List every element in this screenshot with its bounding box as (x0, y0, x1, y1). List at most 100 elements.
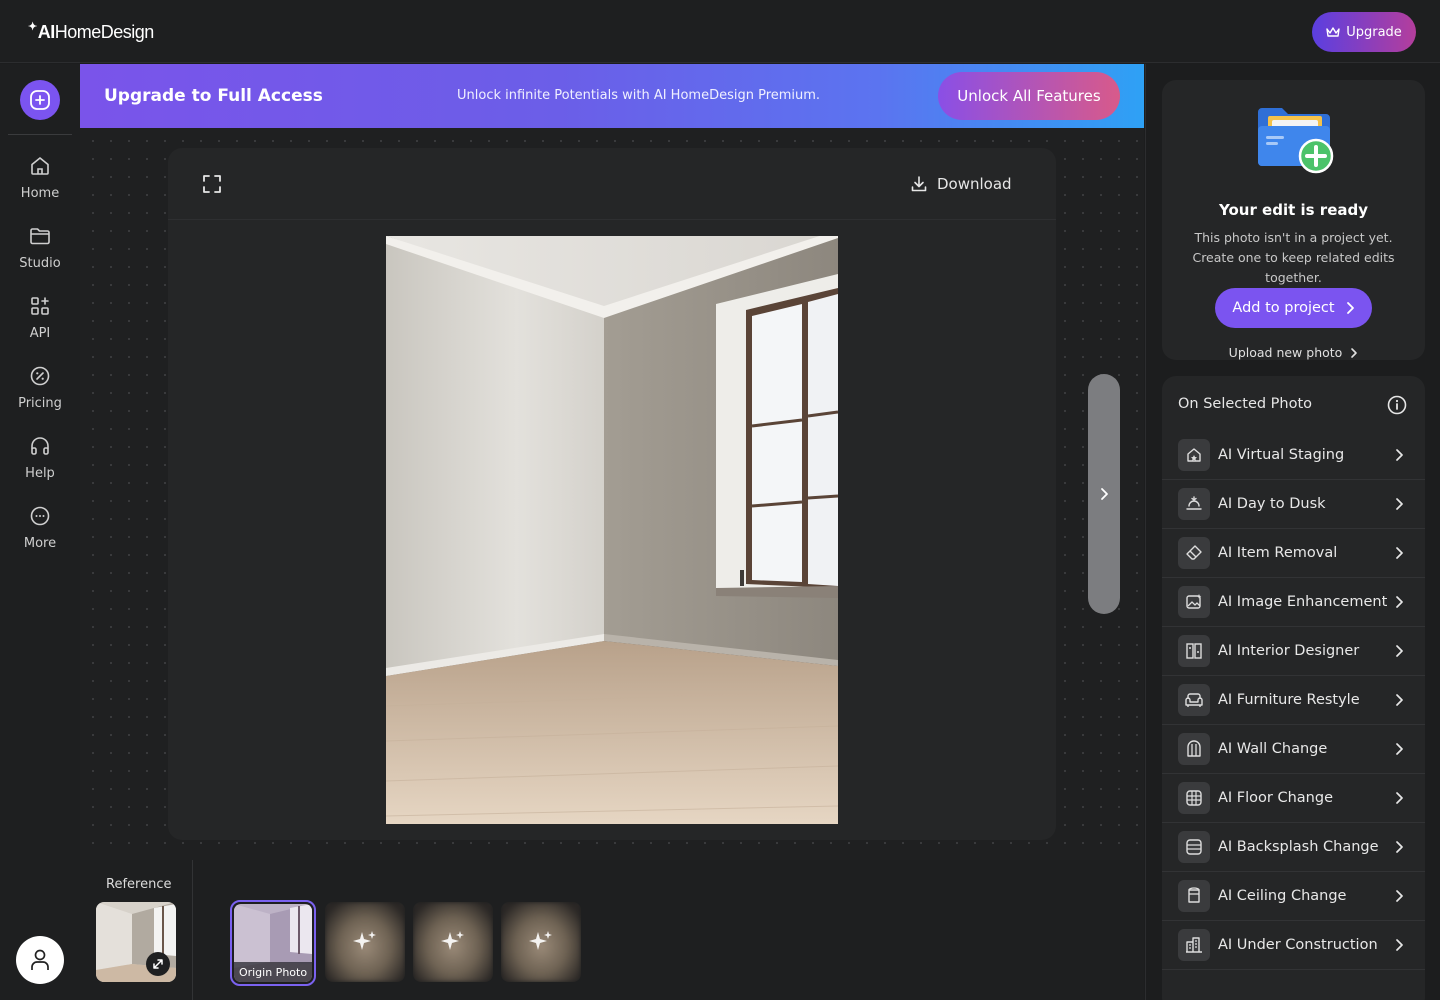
headphones-icon (31, 437, 49, 455)
chevron-right-icon (1396, 547, 1403, 559)
nav-label: API (29, 326, 51, 341)
tool-label: AI Floor Change (1218, 790, 1334, 806)
staging-icon (1178, 439, 1210, 471)
nav-item-api[interactable]: API (0, 294, 80, 354)
origin-photo-label: Origin Photo (234, 962, 312, 982)
sparkle-icon (325, 902, 405, 982)
upgrade-label: Upgrade (1346, 24, 1402, 40)
chevron-right-icon (1396, 743, 1403, 755)
app-logo[interactable]: ✦ AI HomeDesign (28, 20, 154, 44)
left-nav: Home Studio API Pricing Help More (0, 64, 80, 1000)
download-icon (911, 176, 927, 192)
tool-ai-day-to-dusk[interactable]: AI Day to Dusk (1162, 480, 1425, 529)
download-button[interactable]: Download (910, 172, 1012, 196)
sparkle-icon (501, 902, 581, 982)
generating-thumbnail[interactable] (413, 902, 493, 982)
reference-thumbnail[interactable] (96, 902, 176, 982)
tool-ai-item-removal[interactable]: AI Item Removal (1162, 529, 1425, 578)
crown-icon (1326, 27, 1340, 37)
wall-icon (1178, 733, 1210, 765)
chevron-right-icon (1396, 890, 1403, 902)
origin-photo-thumbnail[interactable]: Origin Photo (230, 900, 316, 986)
nav-label: Home (20, 186, 60, 201)
generating-thumbnail[interactable] (325, 902, 405, 982)
folder-add-icon (1258, 108, 1334, 174)
expand-icon[interactable] (146, 952, 170, 976)
enhance-icon (1178, 586, 1210, 618)
chevron-right-icon (1351, 347, 1358, 358)
construction-icon (1178, 929, 1210, 961)
floor-icon (1178, 782, 1210, 814)
plus-square-icon (30, 90, 50, 110)
nav-label: More (23, 536, 57, 551)
chevron-right-icon (1396, 841, 1403, 853)
tool-ai-ceiling-change[interactable]: AI Ceiling Change (1162, 872, 1425, 921)
tool-label: AI Interior Designer (1218, 643, 1360, 659)
room-photo (386, 236, 838, 824)
edit-ready-card: Your edit is ready This photo isn't in a… (1162, 80, 1425, 360)
tool-label: AI Day to Dusk (1218, 496, 1326, 512)
add-to-project-button[interactable]: Add to project (1215, 288, 1372, 328)
reference-label: Reference (106, 877, 172, 892)
right-panel: Your edit is ready This photo isn't in a… (1145, 64, 1440, 1000)
editor-canvas: Download (80, 128, 1144, 860)
edit-ready-title: Your edit is ready (1218, 201, 1369, 219)
nav-label: Help (25, 466, 55, 481)
image-viewer: Download (168, 148, 1056, 840)
tool-label: AI Furniture Restyle (1218, 692, 1360, 708)
nav-item-studio[interactable]: Studio (0, 224, 80, 284)
user-avatar[interactable] (16, 936, 64, 984)
banner-title: Upgrade to Full Access (104, 86, 323, 106)
tool-ai-furniture-restyle[interactable]: AI Furniture Restyle (1162, 676, 1425, 725)
tool-ai-wall-change[interactable]: AI Wall Change (1162, 725, 1425, 774)
generating-thumbnail[interactable] (501, 902, 581, 982)
chevron-right-icon (1396, 498, 1403, 510)
sunset-icon (1178, 488, 1210, 520)
tool-label: AI Virtual Staging (1218, 447, 1345, 463)
chevron-right-icon (1396, 645, 1403, 657)
tool-label: AI Backsplash Change (1218, 839, 1379, 855)
unlock-all-features-button[interactable]: Unlock All Features (938, 72, 1120, 120)
chevron-right-icon (1396, 694, 1403, 706)
upload-link-label: Upload new photo (1228, 345, 1343, 360)
banner-subtitle: Unlock infinite Potentials with AI HomeD… (457, 88, 821, 103)
tool-ai-under-construction[interactable]: AI Under Construction (1162, 921, 1425, 970)
download-label: Download (937, 175, 1012, 193)
sparkle-icon (413, 902, 493, 982)
tools-card: On Selected Photo AI Virtual Staging AI … (1162, 376, 1425, 1000)
info-icon[interactable] (1386, 394, 1408, 416)
nav-item-help[interactable]: Help (0, 434, 80, 494)
tools-heading: On Selected Photo (1178, 396, 1313, 412)
tool-ai-image-enhancement[interactable]: AI Image Enhancement (1162, 578, 1425, 627)
photo-strip: Reference Origin Photo (80, 860, 1144, 1000)
folder-icon (30, 228, 50, 245)
tool-label: AI Image Enhancement (1218, 594, 1388, 610)
user-icon (31, 949, 49, 970)
chevron-right-icon (1346, 302, 1354, 314)
edit-ready-description: This photo isn't in a project yet. Creat… (1192, 230, 1395, 285)
nav-item-pricing[interactable]: Pricing (0, 364, 80, 424)
nav-divider (8, 134, 72, 135)
next-image-handle[interactable] (1088, 374, 1120, 614)
tool-ai-floor-change[interactable]: AI Floor Change (1162, 774, 1425, 823)
tool-ai-backsplash-change[interactable]: AI Backsplash Change (1162, 823, 1425, 872)
tool-ai-virtual-staging[interactable]: AI Virtual Staging (1162, 431, 1425, 480)
chevron-right-icon (1396, 449, 1403, 461)
viewer-toolbar: Download (168, 148, 1056, 220)
logo-text: HomeDesign (54, 21, 155, 42)
nav-item-home[interactable]: Home (0, 154, 80, 214)
eraser-icon (1178, 537, 1210, 569)
upload-new-photo-link[interactable]: Upload new photo (1162, 345, 1425, 360)
top-bar: ✦ AI HomeDesign Upgrade (0, 0, 1440, 63)
more-icon (30, 506, 50, 526)
nav-item-more[interactable]: More (0, 504, 80, 564)
fullscreen-icon[interactable] (202, 174, 222, 194)
create-button[interactable] (20, 80, 60, 120)
chevron-right-icon (1101, 488, 1108, 500)
chevron-right-icon (1396, 939, 1403, 951)
upgrade-button[interactable]: Upgrade (1312, 12, 1416, 52)
logo-text-bold: AI (37, 21, 56, 42)
tool-ai-interior-designer[interactable]: AI Interior Designer (1162, 627, 1425, 676)
tool-label: AI Ceiling Change (1218, 888, 1347, 904)
ceiling-icon (1178, 880, 1210, 912)
